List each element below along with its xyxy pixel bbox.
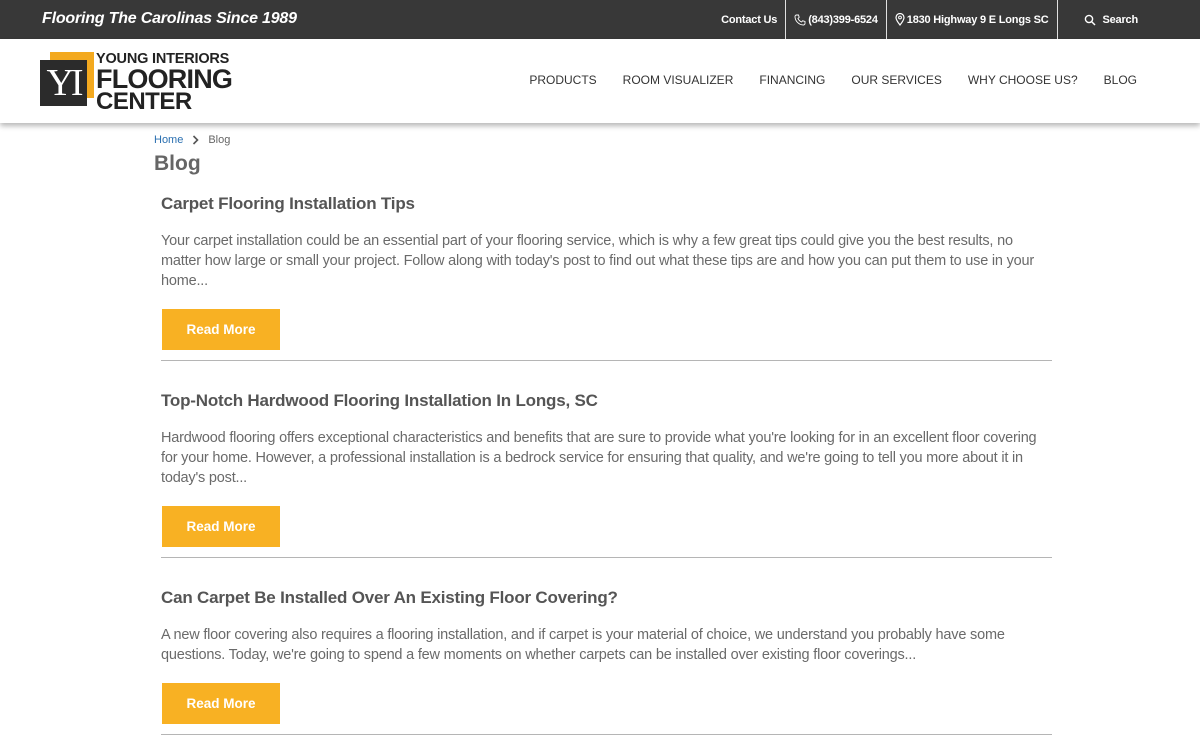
logo-mark-letters: YI <box>40 60 87 106</box>
phone-link[interactable]: (843)399-6524 <box>786 0 887 39</box>
breadcrumb: Home Blog <box>154 134 230 146</box>
site-header: YI YOUNG INTERIORS FLOORING CENTER PRODU… <box>0 39 1200 123</box>
search-link[interactable]: Search <box>1058 0 1200 39</box>
nav-our-services[interactable]: OUR SERVICES <box>851 73 941 87</box>
phone-icon <box>794 14 806 26</box>
search-label: Search <box>1102 13 1139 26</box>
tagline: Flooring The Carolinas Since 1989 <box>42 10 297 27</box>
blog-post: Carpet Flooring Installation Tips Your c… <box>161 194 1052 361</box>
post-title[interactable]: Top-Notch Hardwood Flooring Installation… <box>161 391 1052 411</box>
phone-number: (843)399-6524 <box>808 13 878 26</box>
chevron-right-icon <box>192 135 199 145</box>
nav-why-choose-us[interactable]: WHY CHOOSE US? <box>968 73 1078 87</box>
post-divider <box>161 557 1052 558</box>
post-excerpt: A new floor covering also requires a flo… <box>161 627 1005 663</box>
read-more-button[interactable]: Read More <box>162 683 280 724</box>
map-pin-icon <box>895 13 905 26</box>
site-logo[interactable]: YI YOUNG INTERIORS FLOORING CENTER <box>40 52 233 113</box>
top-links: Contact Us (843)399-6524 1830 Highway 9 … <box>721 0 1200 39</box>
breadcrumb-home[interactable]: Home <box>154 134 183 146</box>
address-link[interactable]: 1830 Highway 9 E Longs SC <box>887 0 1058 39</box>
post-divider <box>161 360 1052 361</box>
read-more-button[interactable]: Read More <box>162 309 280 350</box>
post-title[interactable]: Can Carpet Be Installed Over An Existing… <box>161 588 1052 608</box>
breadcrumb-current: Blog <box>208 134 231 146</box>
address-text: 1830 Highway 9 E Longs SC <box>906 13 1049 26</box>
blog-post: Top-Notch Hardwood Flooring Installation… <box>161 391 1052 558</box>
post-title[interactable]: Carpet Flooring Installation Tips <box>161 194 1052 214</box>
page-title: Blog <box>154 152 201 175</box>
nav-blog[interactable]: BLOG <box>1104 73 1137 87</box>
nav-room-visualizer[interactable]: ROOM VISUALIZER <box>623 73 734 87</box>
post-excerpt: Hardwood flooring offers exceptional cha… <box>161 430 1037 486</box>
blog-post: Can Carpet Be Installed Over An Existing… <box>161 588 1052 735</box>
post-excerpt: Your carpet installation could be an ess… <box>161 233 1035 289</box>
logo-mark: YI <box>40 52 94 108</box>
search-icon <box>1084 14 1096 26</box>
nav-financing[interactable]: FINANCING <box>759 73 825 87</box>
read-more-button[interactable]: Read More <box>162 506 280 547</box>
contact-us-link[interactable]: Contact Us <box>721 0 787 39</box>
main-nav: PRODUCTS ROOM VISUALIZER FINANCING OUR S… <box>503 73 1137 87</box>
top-bar: Flooring The Carolinas Since 1989 Contac… <box>0 0 1200 39</box>
logo-wordmark: YOUNG INTERIORS FLOORING CENTER <box>96 52 233 114</box>
nav-products[interactable]: PRODUCTS <box>529 73 596 87</box>
post-divider <box>161 734 1052 735</box>
